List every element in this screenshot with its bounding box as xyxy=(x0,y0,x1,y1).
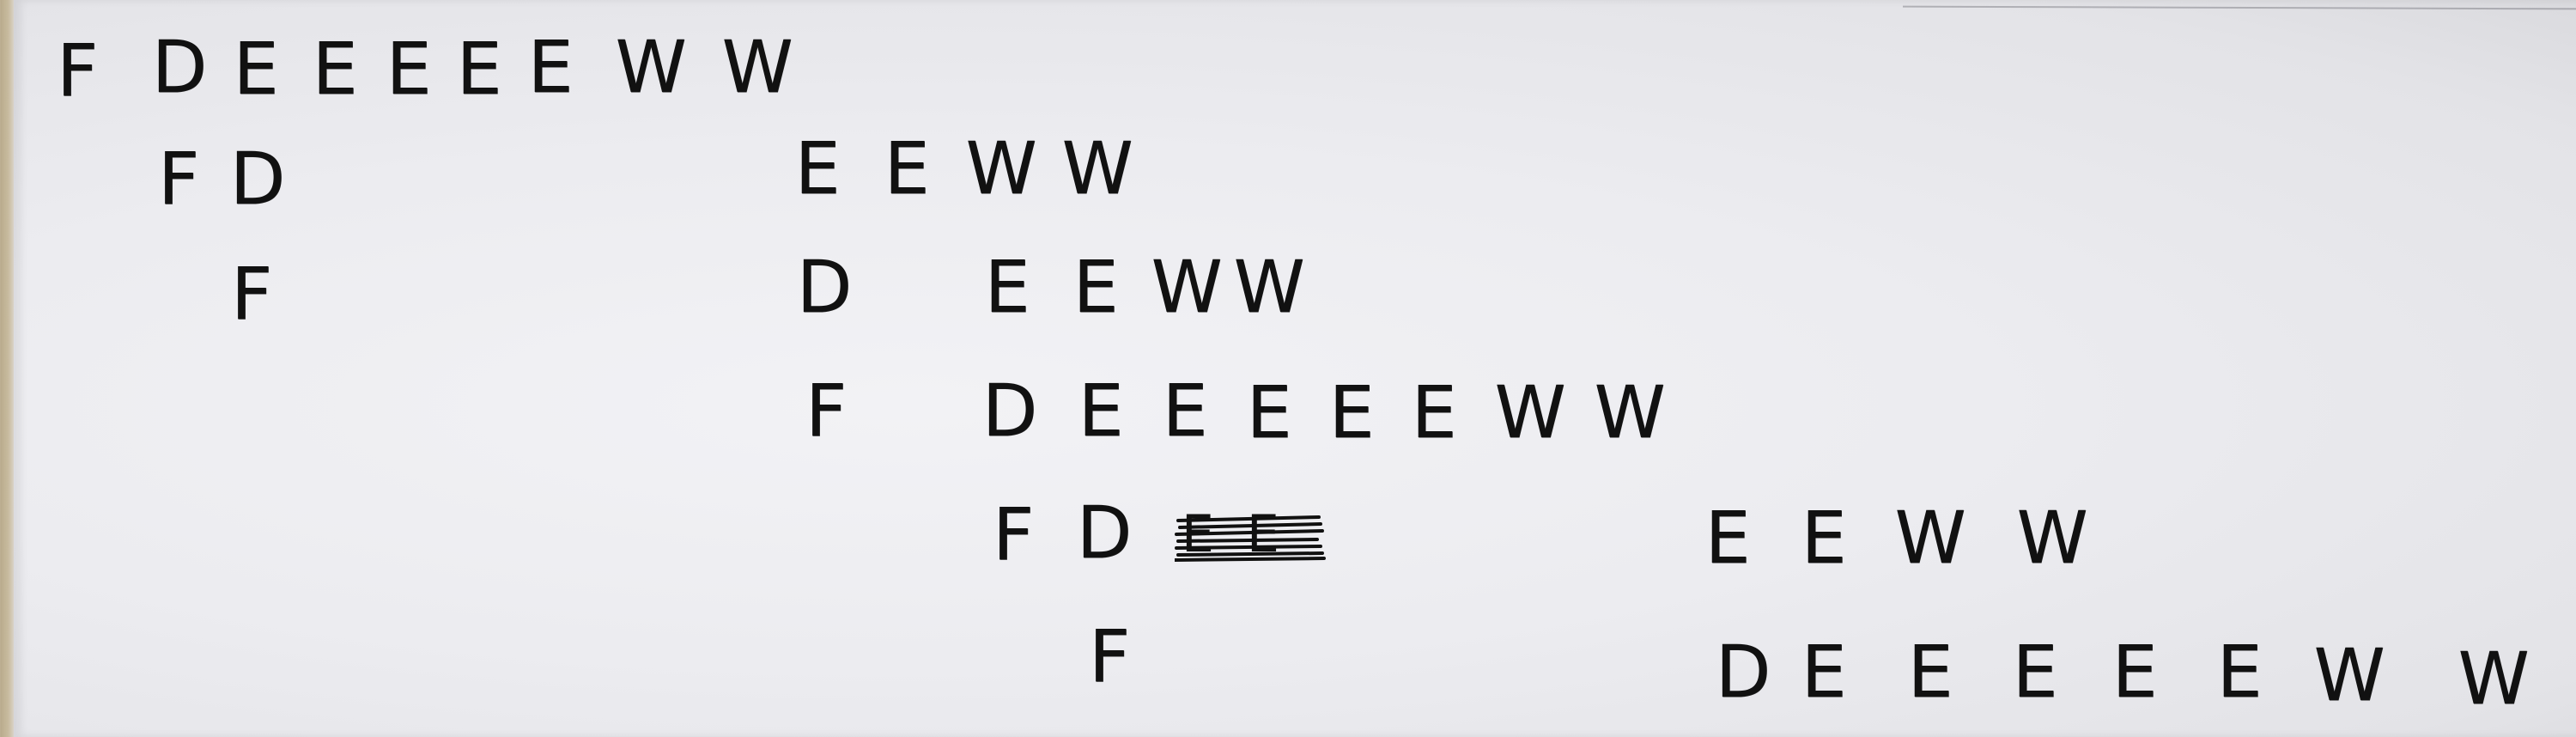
letter: E xyxy=(984,245,1030,329)
letter: W xyxy=(615,25,687,109)
letter: E xyxy=(1162,368,1208,453)
letter: D xyxy=(981,368,1038,453)
letter: E xyxy=(527,25,574,109)
letter: W xyxy=(2458,636,2530,721)
letter: F xyxy=(56,28,99,113)
paper-edge xyxy=(1903,0,2576,10)
letter: E xyxy=(1907,630,1953,714)
letter: W xyxy=(2313,633,2385,717)
letter: E xyxy=(1801,496,1847,580)
letter: E xyxy=(1411,370,1457,454)
letter: D xyxy=(151,25,208,109)
letter: E xyxy=(1078,368,1124,453)
letter: F xyxy=(157,137,200,221)
handwritten-line-6: F D E E E E E W W xyxy=(14,0,2530,715)
letter: E xyxy=(794,126,841,210)
letter: E xyxy=(1246,370,1292,454)
letter: E xyxy=(1704,496,1751,580)
letter: D xyxy=(1715,630,1771,714)
letter: E xyxy=(2111,630,2158,714)
letter: E xyxy=(1328,370,1375,454)
paper-sheet: F D E E E E E W W F D E E W W F D E E W … xyxy=(14,0,2576,737)
letter: F xyxy=(992,492,1035,576)
letter: E xyxy=(884,126,930,210)
letter: E xyxy=(2216,630,2263,714)
letter: E xyxy=(386,27,432,111)
letter: F xyxy=(230,252,273,336)
letter: E xyxy=(312,27,358,111)
letter: W xyxy=(1594,370,1666,454)
letter: W xyxy=(1233,245,1305,329)
letter: E xyxy=(1801,630,1847,714)
letter: W xyxy=(1061,126,1133,210)
letter: D xyxy=(796,245,853,329)
letter: W xyxy=(1494,370,1566,454)
letter: D xyxy=(1076,490,1133,575)
letter: E xyxy=(1072,245,1119,329)
crossed-out-letters: E E xyxy=(1175,505,1326,567)
letter: W xyxy=(721,25,793,109)
letter: W xyxy=(2016,496,2088,580)
letter: D xyxy=(229,137,286,221)
letter: W xyxy=(965,126,1037,210)
letter: F xyxy=(805,368,848,453)
letter: W xyxy=(1151,245,1223,329)
letter: F xyxy=(1088,614,1131,698)
letter: E xyxy=(456,27,502,111)
letter: E xyxy=(2012,630,2058,714)
letter: E xyxy=(233,27,279,111)
letter: W xyxy=(1894,496,1966,580)
